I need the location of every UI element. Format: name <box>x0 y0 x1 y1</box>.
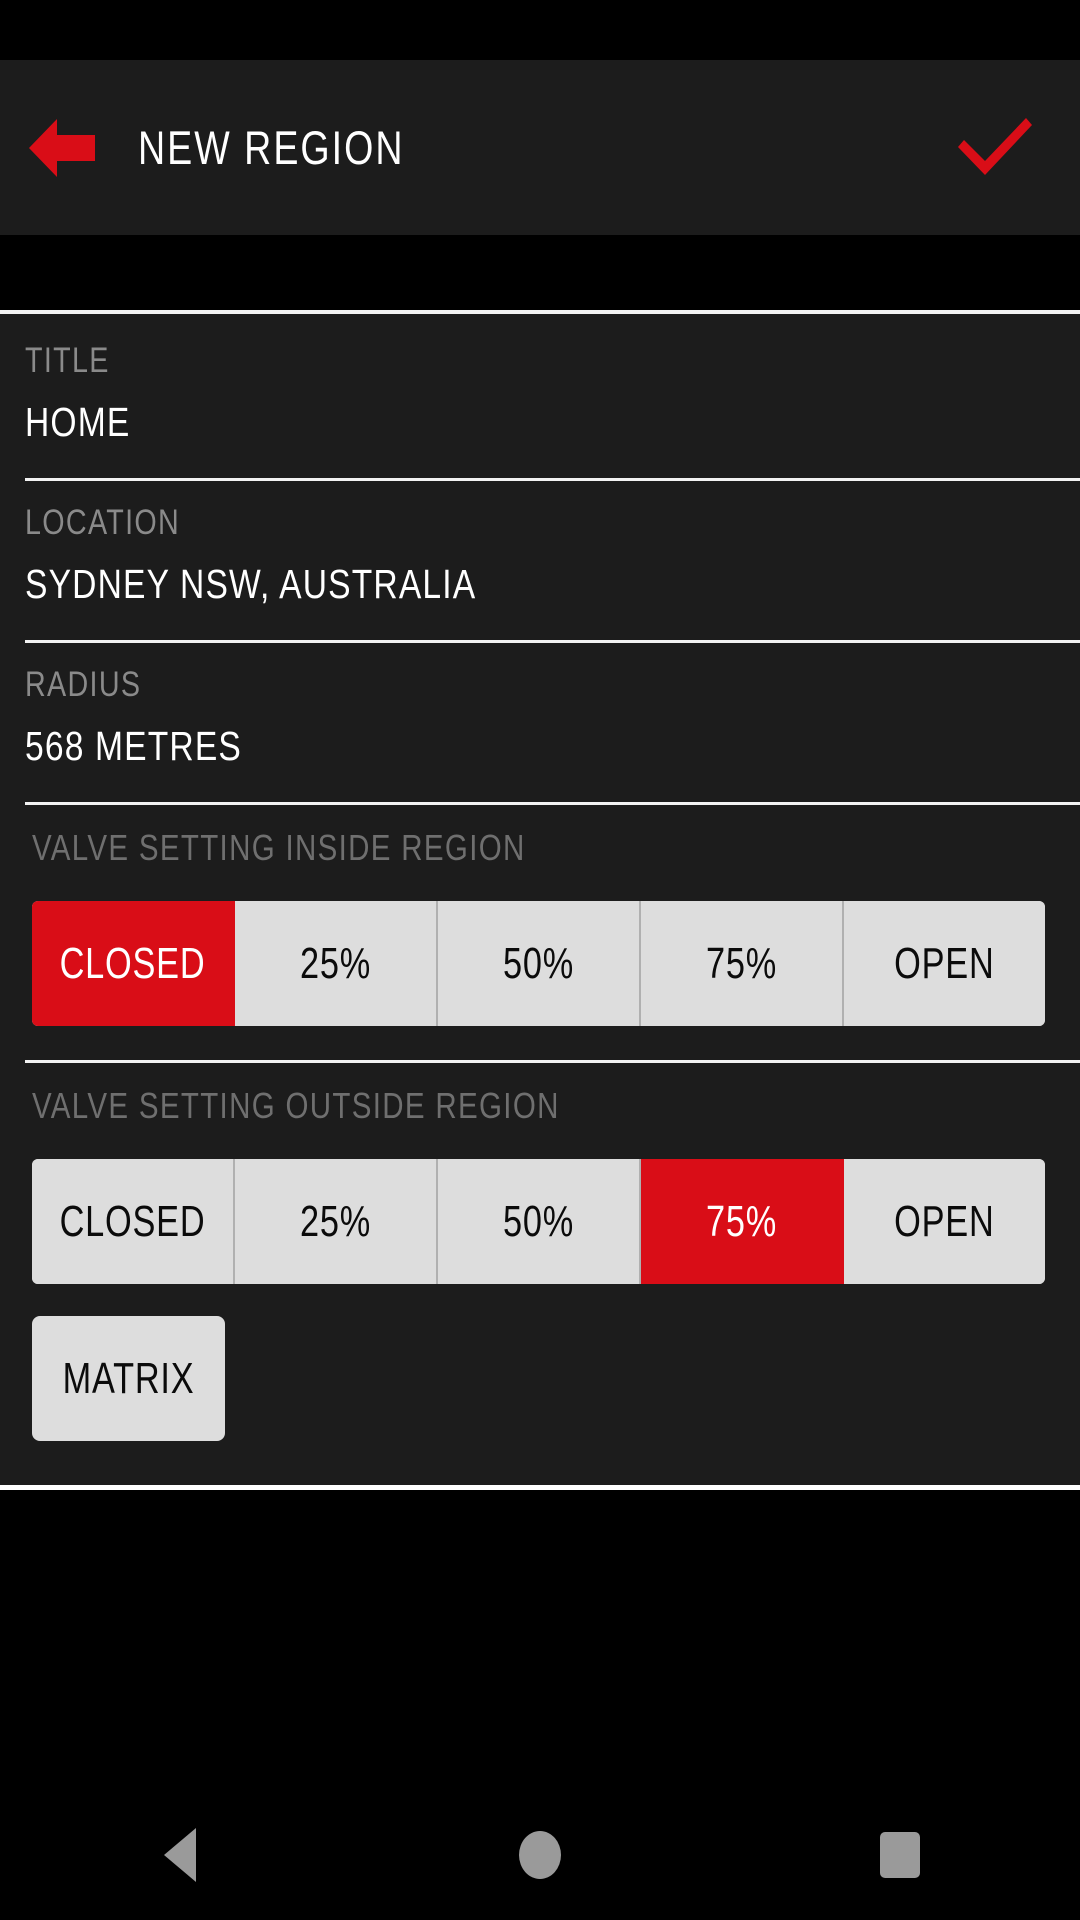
back-button[interactable] <box>0 60 120 235</box>
nav-home-button[interactable] <box>450 1790 630 1920</box>
radius-field-label: RADIUS <box>25 665 142 704</box>
square-recents-icon <box>880 1832 920 1878</box>
matrix-button-label: MATRIX <box>62 1353 195 1403</box>
nav-recents-button[interactable] <box>810 1790 990 1920</box>
valve-outside-group: VALVE SETTING OUTSIDE REGION CLOSED 25% … <box>0 1063 1080 1284</box>
valve-inside-segmented-control[interactable]: CLOSED 25% 50% 75% OPEN <box>32 901 1045 1026</box>
valve-outside-option-open-label: OPEN <box>894 1196 995 1246</box>
valve-inside-option-open-label: OPEN <box>894 938 995 988</box>
title-field-value: HOME <box>25 399 131 445</box>
radius-field[interactable]: RADIUS 568 METRES <box>0 643 1080 770</box>
valve-outside-option-75[interactable]: 75% <box>641 1159 844 1284</box>
triangle-back-icon <box>164 1828 196 1882</box>
phone-screen: NEW REGION TITLE HOME LOCATION SYDNEY NS… <box>0 0 1080 1920</box>
valve-inside-option-25-label: 25% <box>299 938 372 988</box>
arrow-left-icon <box>21 115 99 181</box>
valve-inside-option-75-label: 75% <box>705 938 778 988</box>
valve-inside-option-50-label: 50% <box>502 938 575 988</box>
app-bar: NEW REGION <box>0 60 1080 235</box>
check-icon <box>952 111 1038 184</box>
app-bar-gap <box>0 235 1080 310</box>
valve-outside-option-closed[interactable]: CLOSED <box>32 1159 235 1284</box>
valve-inside-label: VALVE SETTING INSIDE REGION <box>32 827 526 868</box>
android-navigation-bar <box>0 1790 1080 1920</box>
status-bar <box>0 0 1080 60</box>
radius-field-value: 568 METRES <box>25 723 243 769</box>
valve-outside-option-closed-label: CLOSED <box>59 1196 206 1246</box>
region-form-card: TITLE HOME LOCATION SYDNEY NSW, AUSTRALI… <box>0 310 1080 1490</box>
valve-outside-label: VALVE SETTING OUTSIDE REGION <box>32 1085 560 1126</box>
circle-home-icon <box>519 1831 561 1879</box>
valve-inside-option-75[interactable]: 75% <box>641 901 844 1026</box>
title-field[interactable]: TITLE HOME <box>0 314 1080 446</box>
title-field-label: TITLE <box>25 341 110 380</box>
location-field-value: SYDNEY NSW, AUSTRALIA <box>25 561 477 607</box>
valve-outside-option-50[interactable]: 50% <box>438 1159 641 1284</box>
matrix-button[interactable]: MATRIX <box>32 1316 225 1441</box>
valve-inside-group: VALVE SETTING INSIDE REGION CLOSED 25% 5… <box>0 805 1080 1026</box>
valve-inside-option-closed-label: CLOSED <box>59 938 206 988</box>
nav-back-button[interactable] <box>90 1790 270 1920</box>
valve-inside-option-50[interactable]: 50% <box>438 901 641 1026</box>
valve-outside-option-25[interactable]: 25% <box>235 1159 438 1284</box>
valve-outside-option-25-label: 25% <box>299 1196 372 1246</box>
confirm-button[interactable] <box>930 60 1060 235</box>
location-field-label: LOCATION <box>25 503 181 542</box>
valve-inside-option-open[interactable]: OPEN <box>844 901 1045 1026</box>
valve-outside-option-75-label: 75% <box>705 1196 778 1246</box>
matrix-button-wrapper: MATRIX <box>0 1284 1080 1441</box>
location-field[interactable]: LOCATION SYDNEY NSW, AUSTRALIA <box>0 481 1080 608</box>
page-title: NEW REGION <box>138 121 405 174</box>
valve-outside-option-50-label: 50% <box>502 1196 575 1246</box>
valve-outside-segmented-control[interactable]: CLOSED 25% 50% 75% OPEN <box>32 1159 1045 1284</box>
valve-outside-option-open[interactable]: OPEN <box>844 1159 1045 1284</box>
valve-inside-option-25[interactable]: 25% <box>235 901 438 1026</box>
valve-inside-option-closed[interactable]: CLOSED <box>32 901 235 1026</box>
